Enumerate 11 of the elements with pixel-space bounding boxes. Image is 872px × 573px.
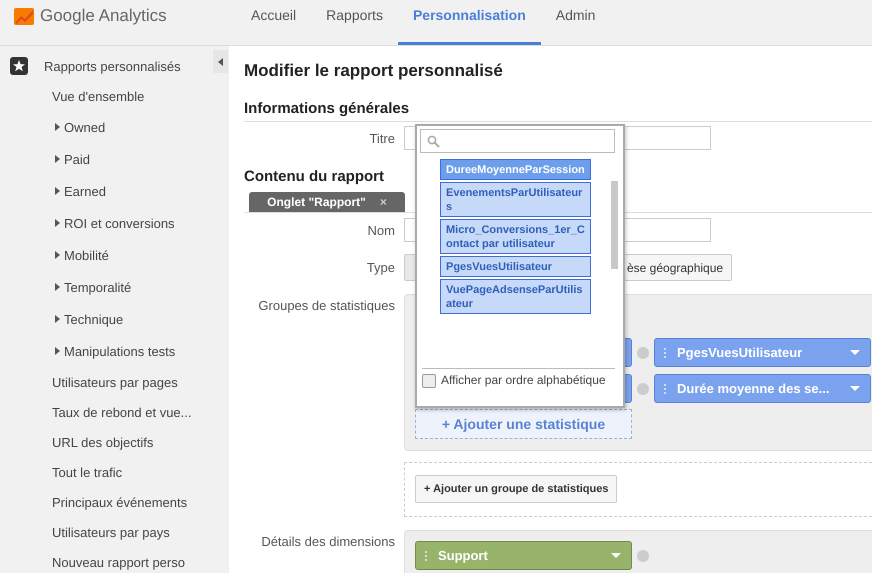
section-heading: Contenu du rapport <box>244 167 384 187</box>
field-label: Détails des dimensions <box>260 533 395 549</box>
field-label: Titre <box>368 130 395 146</box>
product-name: Google Analytics <box>40 6 167 26</box>
page-title: Modifier le rapport personnalisé <box>244 60 504 82</box>
field-label: Type <box>366 260 395 275</box>
field-label: Nom <box>366 222 395 238</box>
sidebar-title: Rapports personnalisés <box>44 58 181 74</box>
field-label: Groupes de statistiques <box>257 297 395 313</box>
checkbox-label: Afficher par ordre alphabétique <box>441 373 606 388</box>
section-heading: Informations générales <box>244 99 410 119</box>
